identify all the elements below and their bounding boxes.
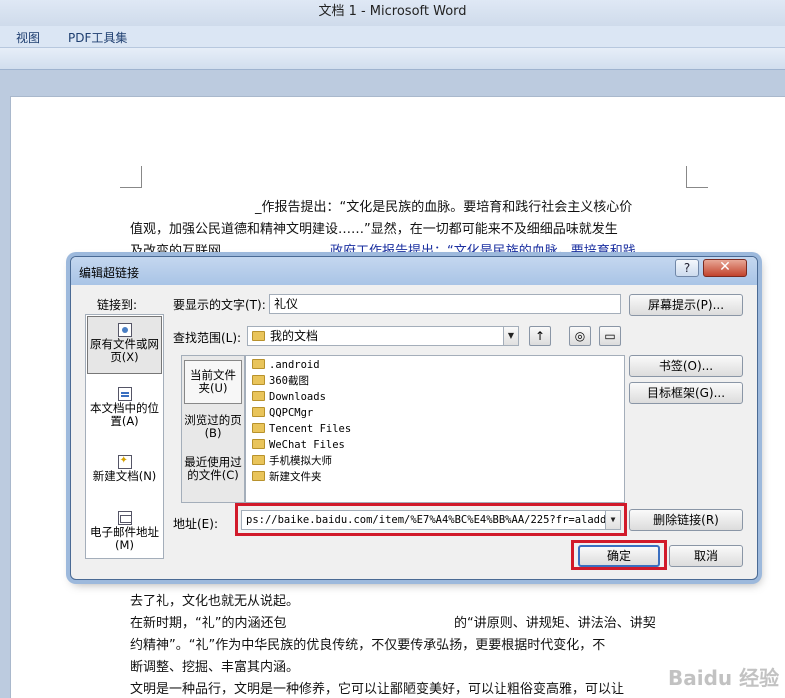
display-text-label: 要显示的文字(T): (173, 298, 266, 312)
remove-link-button[interactable]: 删除链接(R) (629, 509, 743, 531)
dialog-title: 编辑超链接 (79, 266, 140, 280)
folder-icon (252, 391, 265, 401)
browse-file-icon[interactable]: ▭ (599, 326, 621, 346)
doc-line: 去了礼，文化也就无从说起。 (130, 594, 300, 609)
window-title: 文档 1 - Microsoft Word (318, 4, 467, 19)
chevron-down-icon[interactable]: ▼ (503, 327, 518, 345)
new-document-icon (117, 454, 132, 469)
list-item[interactable]: WeChat Files (252, 438, 345, 453)
folder-icon (252, 455, 265, 465)
display-text-input[interactable]: 礼仪 (269, 294, 621, 314)
tab-recent-files[interactable]: 最近使用过的文件(C) (184, 454, 242, 498)
tab-browsed-pages[interactable]: 浏览过的页(B) (184, 412, 242, 446)
list-item[interactable]: Tencent Files (252, 422, 351, 437)
browse-tabs: 当前文件夹(U) 浏览过的页(B) 最近使用过的文件(C) (181, 355, 245, 503)
list-item[interactable]: .android (252, 358, 320, 373)
up-folder-icon[interactable]: ↑ (529, 326, 551, 346)
folder-icon (252, 423, 265, 433)
edit-hyperlink-dialog: 编辑超链接 ? ✕ 链接到: 要显示的文字(T): 礼仪 屏幕提示(P)... … (70, 256, 758, 580)
look-in-value: 我的文档 (270, 329, 319, 343)
cancel-button[interactable]: 取消 (669, 545, 743, 567)
help-button[interactable]: ? (675, 259, 699, 277)
target-frame-button[interactable]: 目标框架(G)... (629, 382, 743, 404)
doc-line: 约精神”。“礼”作为中华民族的优良传统，不仅要传承弘扬，更要根据时代变化，不 (130, 638, 606, 653)
ok-button[interactable]: 确定 (578, 545, 660, 567)
doc-line: 在新时期，“礼”的内涵还包 (130, 616, 287, 631)
file-list[interactable]: .android 360截图 Downloads QQPCMgr Tencent… (245, 355, 625, 503)
window-titlebar: 文档 1 - Microsoft Word (0, 0, 785, 26)
link-to-email[interactable]: 电子邮件地址(M) (87, 511, 162, 555)
list-item[interactable]: 手机模拟大师 (252, 454, 332, 469)
doc-line: 值观，加强公民道德和精神文明建设……”显然，在一切都可能来不及细细品味就发生 (130, 222, 618, 237)
list-item[interactable]: Downloads (252, 390, 326, 405)
tab-current-folder[interactable]: 当前文件夹(U) (184, 360, 242, 404)
folder-icon (252, 331, 265, 341)
look-in-select[interactable]: 我的文档 ▼ (247, 326, 519, 346)
list-item[interactable]: 360截图 (252, 374, 309, 389)
ribbon-body (0, 48, 785, 70)
folder-icon (252, 471, 265, 481)
screen-tip-button[interactable]: 屏幕提示(P)... (629, 294, 743, 316)
look-in-label: 查找范围(L): (173, 331, 242, 345)
folder-icon (252, 439, 265, 449)
folder-icon (252, 407, 265, 417)
close-button[interactable]: ✕ (703, 259, 747, 277)
list-item[interactable]: QQPCMgr (252, 406, 313, 421)
ribbon-tab-bar: 视图 PDF工具集 (0, 26, 785, 48)
link-to-existing-file[interactable]: 原有文件或网页(X) (87, 316, 162, 374)
address-value: ps://baike.baidu.com/item/%E7%A4%BC%E4%B… (246, 514, 619, 526)
doc-line: 断调整、挖掘、丰富其内涵。 (130, 660, 300, 675)
bookmark-button[interactable]: 书签(O)... (629, 355, 743, 377)
link-to-label: 链接到: (97, 298, 138, 312)
email-icon (117, 511, 132, 525)
crop-mark-left (120, 166, 142, 188)
doc-line: 的“讲原则、讲规矩、讲法治、讲契 (454, 616, 656, 631)
address-label: 地址(E): (173, 517, 218, 531)
globe-page-icon (117, 323, 132, 337)
link-to-panel: 原有文件或网页(X) 本文档中的位置(A) 新建文档(N) 电子邮件地址(M) (85, 314, 164, 559)
doc-line: _作报告提出：“文化是民族的血脉。要培育和践行社会主义核心价 (255, 200, 633, 215)
link-to-place-in-document[interactable]: 本文档中的位置(A) (87, 387, 162, 435)
folder-icon (252, 375, 265, 385)
watermark: Baidu 经验 (668, 666, 780, 690)
ribbon-tab-pdf-tools[interactable]: PDF工具集 (68, 29, 127, 46)
document-place-icon (117, 387, 132, 401)
crop-mark-right (686, 166, 708, 188)
dialog-titlebar[interactable]: 编辑超链接 ? ✕ (71, 257, 757, 285)
link-to-place-label: 本文档中的位置(A) (90, 401, 159, 428)
link-to-new-document-label: 新建文档(N) (92, 469, 157, 483)
link-to-email-label: 电子邮件地址(M) (90, 525, 159, 552)
ribbon-tab-view[interactable]: 视图 (16, 29, 40, 46)
list-item[interactable]: 新建文件夹 (252, 470, 322, 485)
link-to-new-document[interactable]: 新建文档(N) (87, 454, 162, 495)
address-input[interactable]: ps://baike.baidu.com/item/%E7%A4%BC%E4%B… (241, 510, 621, 530)
browse-web-icon[interactable]: ◎ (569, 326, 591, 346)
doc-line: 文明是一种品行，文明是一种修养，它可以让鄙陋变美好，可以让粗俗变高雅，可以让 (130, 682, 625, 697)
folder-icon (252, 359, 265, 369)
chevron-down-icon[interactable]: ▼ (605, 511, 620, 529)
link-to-existing-file-label: 原有文件或网页(X) (90, 337, 159, 364)
